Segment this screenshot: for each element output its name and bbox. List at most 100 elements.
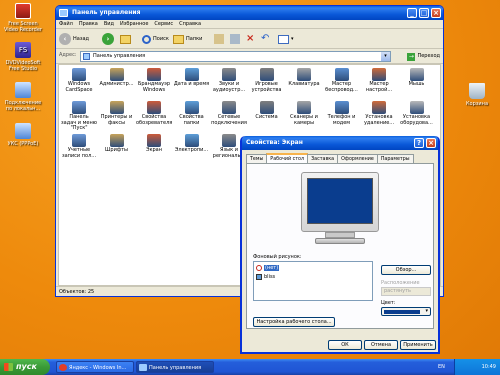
language-indicator[interactable]: EN [438,359,445,375]
desktop-icon-lan[interactable]: Подключение по локальн... [1,82,45,112]
address-dropdown-button[interactable]: ▾ [381,52,390,61]
search-icon [142,34,151,44]
minimize-button[interactable]: _ [407,8,417,18]
go-arrow-icon: → [407,52,416,61]
close-button[interactable]: × [431,8,441,18]
monitor-preview [295,172,385,246]
control-panel-item[interactable]: Сетевые подключения [211,101,247,126]
back-arrow-icon: ‹ [59,33,71,45]
dialog-close-button[interactable]: × [426,138,436,148]
control-panel-item[interactable]: Принтеры и факсы [99,101,135,126]
desktop-icon-label: Free Screen Video Recorder [3,21,42,33]
tab-settings[interactable]: Параметры [376,154,414,163]
menu-tools[interactable]: Сервис [151,20,176,29]
maximize-button[interactable]: □ [419,8,429,18]
control-panel-item[interactable]: Клавиатура [286,68,322,88]
help-button[interactable]: ? [414,138,424,148]
wallpaper-item-none[interactable]: (нет) [256,264,280,272]
image-file-icon [256,274,262,280]
control-panel-item[interactable]: Мастер беспровод... [324,68,360,93]
control-panel-item[interactable]: Установка удаление... [361,101,397,126]
up-folder-button[interactable] [120,32,131,46]
tab-screensaver[interactable]: Заставка [307,154,339,163]
control-panel-item[interactable]: Шрифты [99,134,135,154]
dialog-title-bar[interactable]: Свойства: Экран ? × [242,136,438,150]
position-select[interactable]: растянуть [381,287,431,296]
search-button[interactable]: Поиск [142,32,169,46]
wallpaper-list[interactable]: (нет) bliss [253,261,373,301]
window-title-bar[interactable]: Панель управления _ □ × [56,6,443,20]
control-panel-item-label: Свойства обозревателя [136,114,173,126]
control-panel-item-label: Панель задач и меню "Пуск" [61,114,97,131]
control-panel-item[interactable]: Установка оборудова... [399,101,435,126]
control-panel-item[interactable]: Windows CardSpace [61,68,97,93]
control-panel-item[interactable]: Телефон и модем [324,101,360,126]
color-picker[interactable]: ▾ [381,307,431,316]
menu-favorites[interactable]: Избранное [117,20,151,29]
desktop-icon-screen-recorder[interactable]: Free Screen Video Recorder [1,3,45,33]
menu-help[interactable]: Справка [176,20,204,29]
copy-to-button[interactable] [230,32,240,46]
windows-logo-icon [4,363,13,371]
control-panel-item-icon [259,68,274,81]
control-panel-item-icon [259,101,274,114]
control-panel-item[interactable]: Свойства обозревателя [136,101,172,126]
control-panel-item[interactable]: Электропи... [174,134,210,154]
move-to-button[interactable] [214,32,224,46]
control-panel-item[interactable]: Панель задач и меню "Пуск" [61,101,97,132]
control-panel-item[interactable]: Мастер настрой... [361,68,397,93]
control-panel-item[interactable]: Звуки и аудиоустр... [211,68,247,93]
browser-icon [59,364,67,371]
back-button[interactable]: ‹ Назад [59,32,89,46]
menu-edit[interactable]: Правка [76,20,101,29]
start-button[interactable]: пуск [0,359,50,375]
taskbar-item-control-panel[interactable]: Панель управления [136,361,214,373]
control-panel-item[interactable]: Брандмауэр Windows [136,68,172,93]
color-swatch [384,310,420,314]
control-panel-item[interactable]: Свойства папки [174,101,210,126]
wallpaper-item-bliss[interactable]: bliss [256,273,275,281]
control-panel-item-label: Система [255,114,278,120]
control-panel-item-label: Принтеры и факсы [100,114,133,126]
control-panel-item[interactable]: Экран [136,134,172,154]
taskbar-item-browser[interactable]: Яндекс - Windows In... [56,361,134,373]
undo-button[interactable]: ↶ [261,32,269,46]
tab-themes[interactable]: Темы [246,154,268,163]
menu-view[interactable]: Вид [101,20,117,29]
control-panel-item[interactable]: Сканеры и камеры [286,101,322,126]
address-input[interactable]: Панель управления ▾ [80,51,391,62]
menu-file[interactable]: Файл [56,20,76,29]
wallpaper-label: Фоновый рисунок: [253,254,302,260]
tab-desktop[interactable]: Рабочий стол [266,153,309,163]
chevron-down-icon: ▾ [425,308,428,314]
desktop-icon-pppoe[interactable]: УКС (PPPoE) [1,123,45,147]
control-panel-item-label: Мышь [408,81,425,87]
go-button[interactable]: → Переход [407,51,440,62]
ok-button[interactable]: ОК [328,340,362,350]
search-label: Поиск [153,36,169,42]
control-panel-item[interactable]: Мышь [399,68,435,88]
desktop-icon-label: УКС (PPPoE) [7,141,39,147]
desktop-icon-recycle-bin[interactable]: Корзина [455,83,499,107]
folders-button[interactable]: Папки [173,32,202,46]
control-panel-item-label: Шрифты [105,147,128,153]
browse-button[interactable]: Обзор... [381,265,431,275]
control-panel-item[interactable]: Администр... [99,68,135,88]
desktop-icon-label: Корзина [465,101,489,107]
control-panel-item[interactable]: Система [249,101,285,121]
clock[interactable]: 10:49 [482,364,496,370]
control-panel-item[interactable]: Дата и время [174,68,210,88]
delete-button[interactable]: × [246,32,254,46]
desktop-icon-free-studio[interactable]: FS DVDVideoSoft Free Studio [1,42,45,72]
control-panel-item[interactable]: Игровые устройства [249,68,285,93]
recorder-icon [15,3,31,19]
customize-desktop-button[interactable]: Настройка рабочего стола... [253,317,335,327]
apply-button[interactable]: Применить [400,340,436,350]
tab-appearance[interactable]: Оформление [337,154,378,163]
forward-button[interactable]: › [102,32,114,46]
window-title: Панель управления [72,9,141,16]
cancel-button[interactable]: Отмена [364,340,398,350]
control-panel-item[interactable]: Учетные записи пол... [61,134,97,159]
up-folder-icon [120,34,131,44]
views-button[interactable]: ▾ [278,32,294,46]
